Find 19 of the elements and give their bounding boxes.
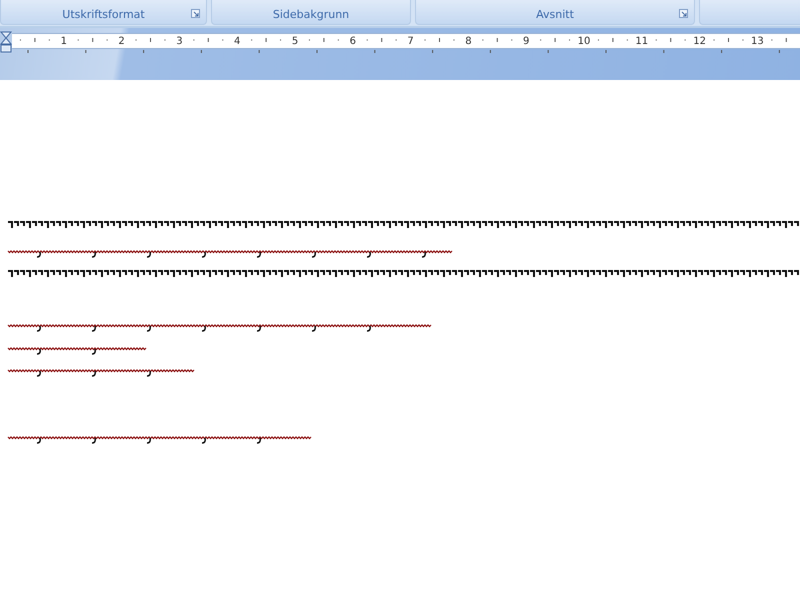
ruler-number: 13 xyxy=(751,36,764,47)
ruler-number: 3 xyxy=(176,36,183,47)
ruler-number: 6 xyxy=(350,36,356,47)
ruler-number: 9 xyxy=(523,36,530,47)
ruler-number: 10 xyxy=(578,36,590,47)
ruler-number: 2 xyxy=(118,36,125,47)
ruler-number: 8 xyxy=(465,36,472,47)
group-label: Avsnitt xyxy=(536,8,574,21)
indent-marker-icon[interactable] xyxy=(0,31,12,53)
ruler-number: 12 xyxy=(693,36,706,47)
dialog-launcher-icon[interactable] xyxy=(679,9,688,18)
group-label: Sidebakgrunn xyxy=(272,8,350,21)
ruler-number: 1 xyxy=(60,36,67,47)
ruler-number: 11 xyxy=(635,36,648,47)
ruler-number: 7 xyxy=(407,36,414,47)
ruler-number: 5 xyxy=(292,36,298,47)
group-label: Utskriftsformat xyxy=(62,8,145,21)
dialog-launcher-icon[interactable] xyxy=(191,9,200,18)
ruler-number: 4 xyxy=(234,36,240,47)
